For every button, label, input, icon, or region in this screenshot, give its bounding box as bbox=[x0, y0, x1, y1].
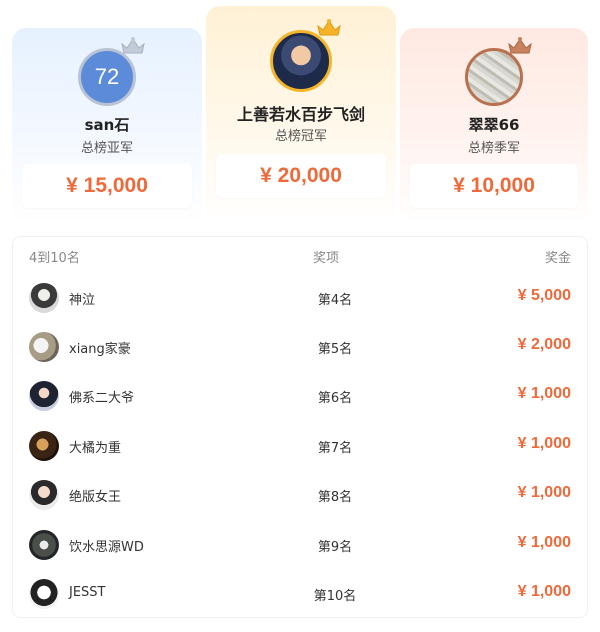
header-award: 奖项 bbox=[313, 251, 340, 266]
third-place-title: 总榜季军 bbox=[467, 141, 520, 156]
row-rank: 第7名 bbox=[317, 441, 353, 456]
third-place-card[interactable]: 翠翠66 总榜季军 ¥ 10,000 bbox=[400, 28, 588, 224]
row-rank: 第9名 bbox=[317, 540, 353, 555]
row-rank: 第10名 bbox=[313, 589, 357, 604]
avatar[interactable] bbox=[29, 381, 59, 411]
avatar[interactable] bbox=[29, 530, 59, 560]
row-user-name: 佛系二大爷 bbox=[69, 391, 135, 406]
second-place-name: san石 bbox=[84, 116, 130, 134]
third-place-avatar-wrap bbox=[465, 37, 532, 106]
row-rank: 第5名 bbox=[317, 342, 353, 357]
avatar[interactable] bbox=[270, 30, 332, 92]
row-prize: ¥ 1,000 bbox=[517, 385, 571, 402]
row-prize: ¥ 1,000 bbox=[517, 484, 571, 501]
row-user-name: JESST bbox=[69, 585, 106, 600]
row-user-name: 绝版女王 bbox=[69, 490, 122, 505]
third-place-name: 翠翠66 bbox=[468, 116, 520, 134]
table-row[interactable]: 神泣 第4名 ¥ 5,000 bbox=[13, 273, 587, 323]
avatar-number: 72 bbox=[94, 64, 120, 89]
ranking-list: 4到10名 奖项 奖金 神泣 第4名 ¥ 5,000 xiang家豪 第5名 ¥… bbox=[12, 236, 588, 618]
second-place-prize: ¥ 15,000 bbox=[22, 164, 192, 208]
avatar[interactable] bbox=[29, 431, 59, 461]
table-row[interactable]: 佛系二大爷 第6名 ¥ 1,000 bbox=[13, 371, 587, 421]
table-row[interactable]: 绝版女王 第8名 ¥ 1,000 bbox=[13, 470, 587, 520]
row-user-name: 饮水思源WD bbox=[69, 540, 144, 555]
avatar[interactable] bbox=[29, 480, 59, 510]
second-place-card[interactable]: 72 san石 总榜亚军 ¥ 15,000 bbox=[12, 28, 202, 224]
first-place-prize: ¥ 20,000 bbox=[216, 154, 386, 198]
row-user-name: 大橘为重 bbox=[69, 441, 122, 456]
header-rank-range: 4到10名 bbox=[29, 251, 80, 266]
row-prize: ¥ 1,000 bbox=[517, 583, 571, 600]
row-rank: 第8名 bbox=[317, 490, 353, 505]
second-place-title: 总榜亚军 bbox=[80, 141, 133, 156]
row-prize: ¥ 2,000 bbox=[517, 336, 571, 353]
row-user-name: 神泣 bbox=[69, 293, 96, 308]
first-place-name: 上善若水百步飞剑 bbox=[236, 105, 365, 124]
silver-crown-icon bbox=[121, 37, 145, 54]
avatar[interactable] bbox=[465, 48, 523, 106]
second-place-avatar-wrap: 72 bbox=[78, 37, 145, 106]
row-prize: ¥ 1,000 bbox=[517, 534, 571, 551]
row-rank: 第6名 bbox=[317, 391, 353, 406]
row-prize: ¥ 1,000 bbox=[517, 435, 571, 452]
third-place-prize: ¥ 10,000 bbox=[410, 164, 578, 208]
first-place-avatar-wrap bbox=[270, 19, 341, 92]
header-prize: 奖金 bbox=[544, 251, 571, 266]
list-header: 4到10名 奖项 奖金 bbox=[13, 237, 587, 273]
podium: 72 san石 总榜亚军 ¥ 15,000 上善若水百步飞剑 总榜冠军 ¥ 20… bbox=[0, 0, 600, 232]
avatar[interactable] bbox=[29, 332, 59, 362]
first-place-title: 总榜冠军 bbox=[274, 129, 327, 144]
avatar[interactable]: 72 bbox=[78, 48, 136, 106]
avatar[interactable] bbox=[29, 283, 59, 313]
table-row[interactable]: xiang家豪 第5名 ¥ 2,000 bbox=[13, 322, 587, 372]
table-row[interactable]: JESST 第10名 ¥ 1,000 bbox=[13, 569, 587, 619]
bronze-crown-icon bbox=[508, 37, 532, 54]
first-place-card[interactable]: 上善若水百步飞剑 总榜冠军 ¥ 20,000 bbox=[206, 6, 396, 224]
table-row[interactable]: 饮水思源WD 第9名 ¥ 1,000 bbox=[13, 520, 587, 570]
gold-crown-icon bbox=[317, 19, 341, 36]
table-row[interactable]: 大橘为重 第7名 ¥ 1,000 bbox=[13, 421, 587, 471]
row-rank: 第4名 bbox=[317, 293, 353, 308]
avatar[interactable] bbox=[29, 579, 59, 609]
row-prize: ¥ 5,000 bbox=[517, 287, 571, 304]
row-user-name: xiang家豪 bbox=[69, 342, 131, 357]
